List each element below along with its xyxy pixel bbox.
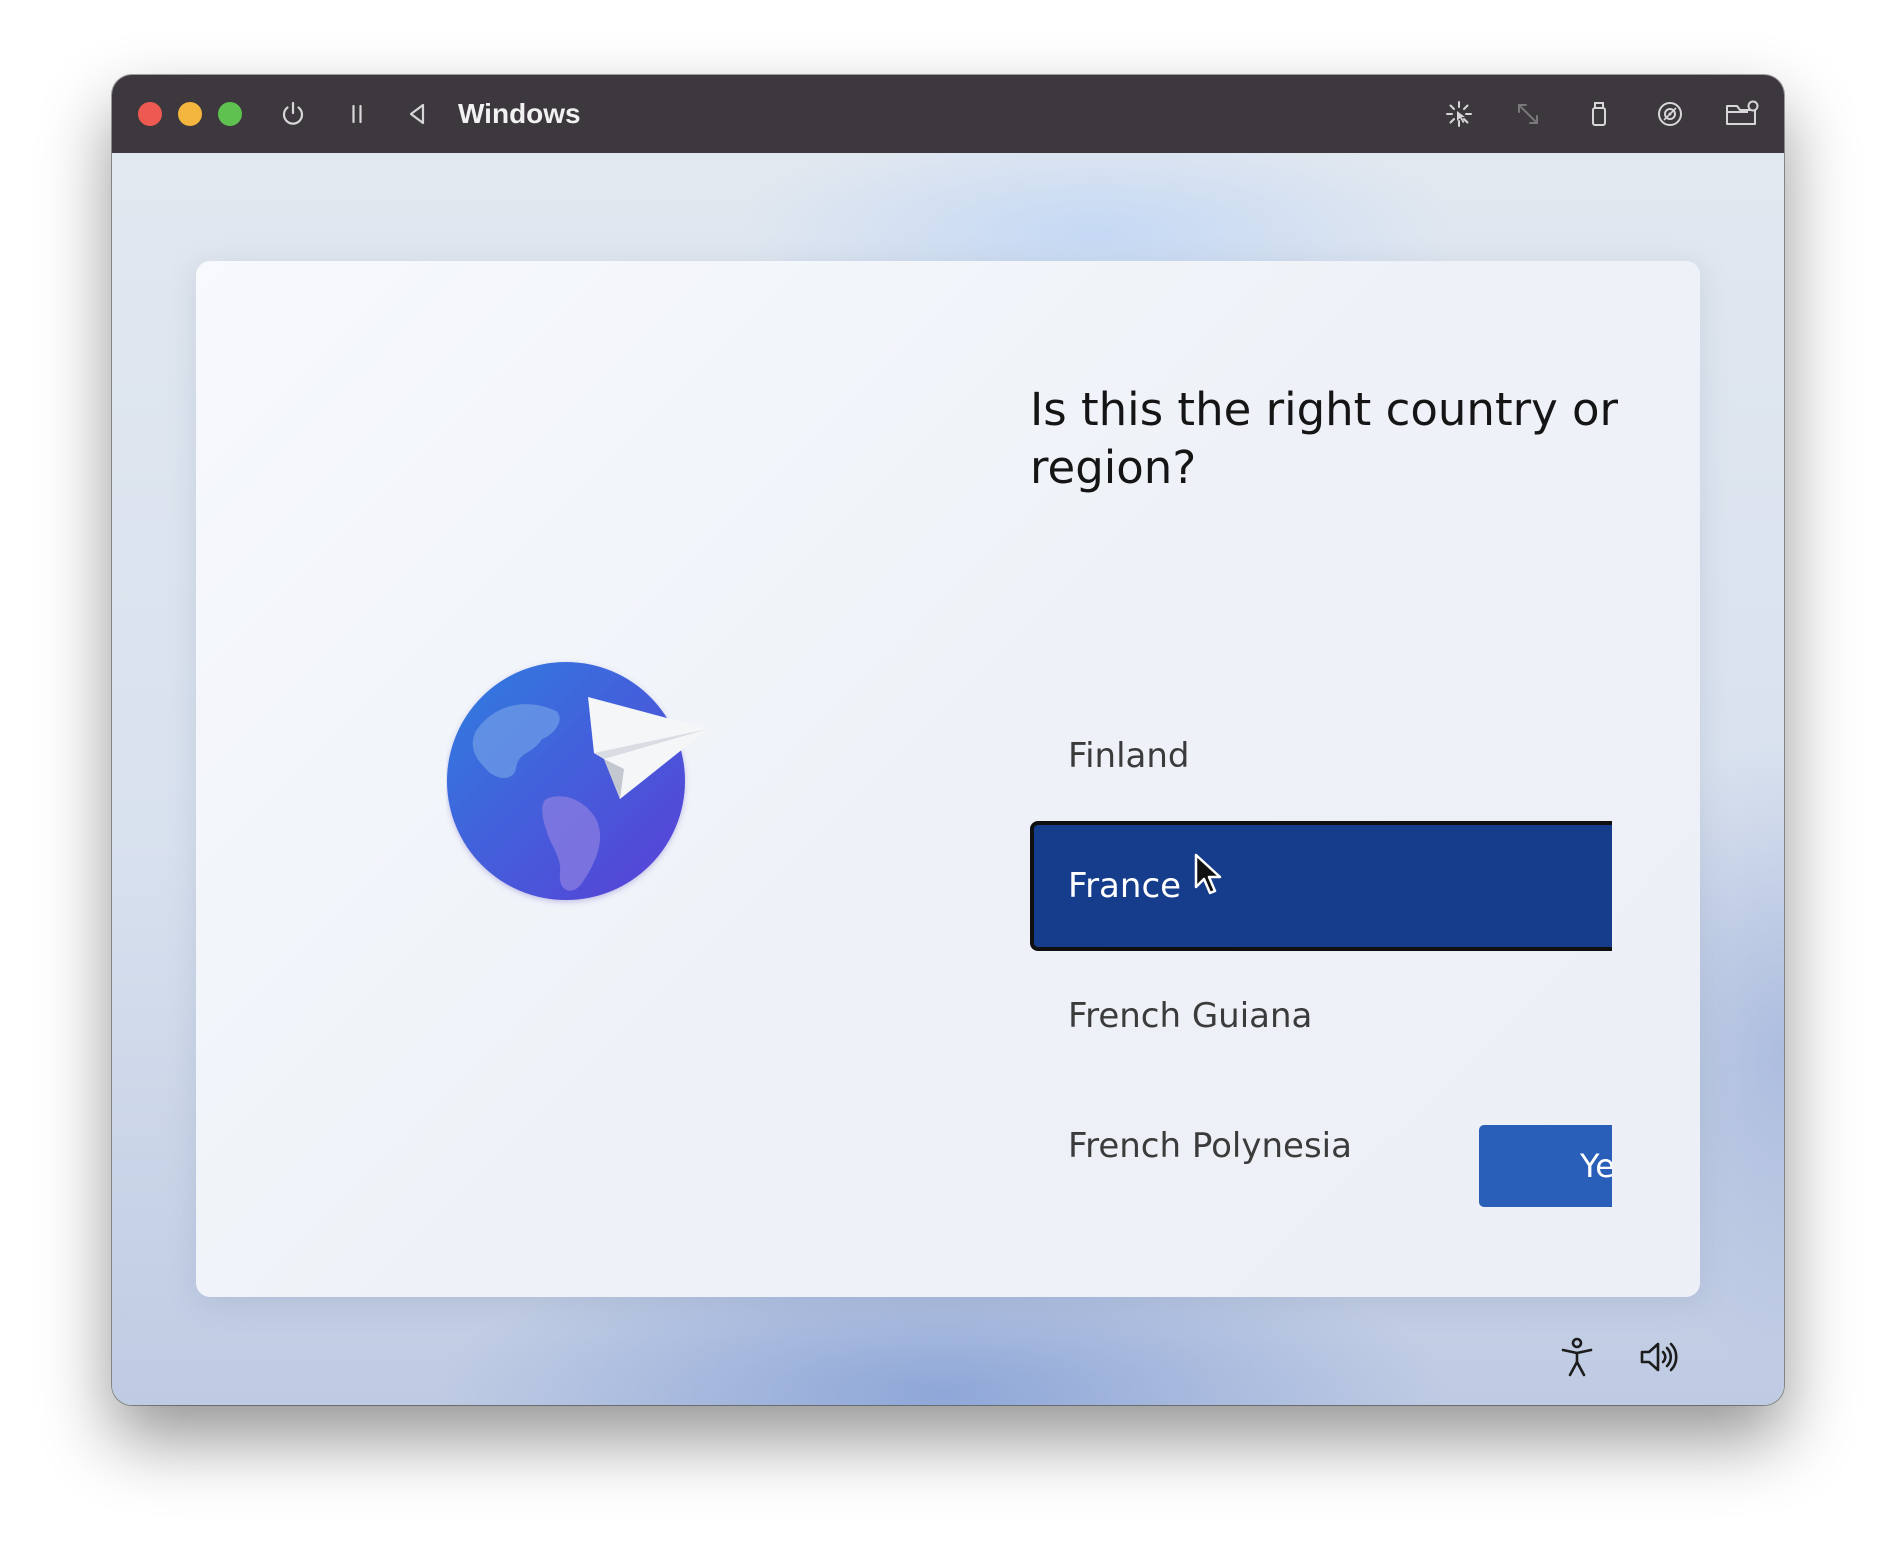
vm-window: Windows Is this the right country or reg… — [112, 75, 1784, 1405]
country-option-france[interactable]: France — [1030, 821, 1612, 951]
accessibility-icon[interactable] — [1555, 1335, 1599, 1379]
close-window-button[interactable] — [138, 102, 162, 126]
usb-icon[interactable] — [1584, 99, 1614, 129]
shared-folder-icon[interactable] — [1724, 99, 1760, 129]
windows-setup-screen: Is this the right country or region? Fin… — [112, 153, 1784, 1405]
country-option-french-guiana[interactable]: French Guiana — [1030, 951, 1612, 1081]
pause-icon[interactable] — [342, 99, 372, 129]
globe-paper-plane-icon — [446, 651, 736, 911]
window-titlebar: Windows — [112, 75, 1784, 153]
volume-icon[interactable] — [1636, 1335, 1680, 1379]
country-option-finland[interactable]: Finland — [1030, 691, 1612, 821]
capture-cursor-icon[interactable] — [1444, 99, 1474, 129]
resize-icon[interactable] — [1513, 99, 1543, 129]
yes-button[interactable]: Ye — [1479, 1125, 1612, 1207]
yes-button-label: Ye — [1580, 1147, 1612, 1185]
window-title: Windows — [458, 98, 581, 129]
setup-card: Is this the right country or region? Fin… — [196, 261, 1700, 1297]
back-icon[interactable] — [402, 99, 432, 129]
power-icon[interactable] — [278, 99, 308, 129]
maximize-window-button[interactable] — [218, 102, 242, 126]
page-title: Is this the right country or region? — [1030, 383, 1619, 494]
mouse-cursor-icon — [1194, 853, 1222, 897]
disc-icon[interactable] — [1655, 99, 1685, 129]
minimize-window-button[interactable] — [178, 102, 202, 126]
